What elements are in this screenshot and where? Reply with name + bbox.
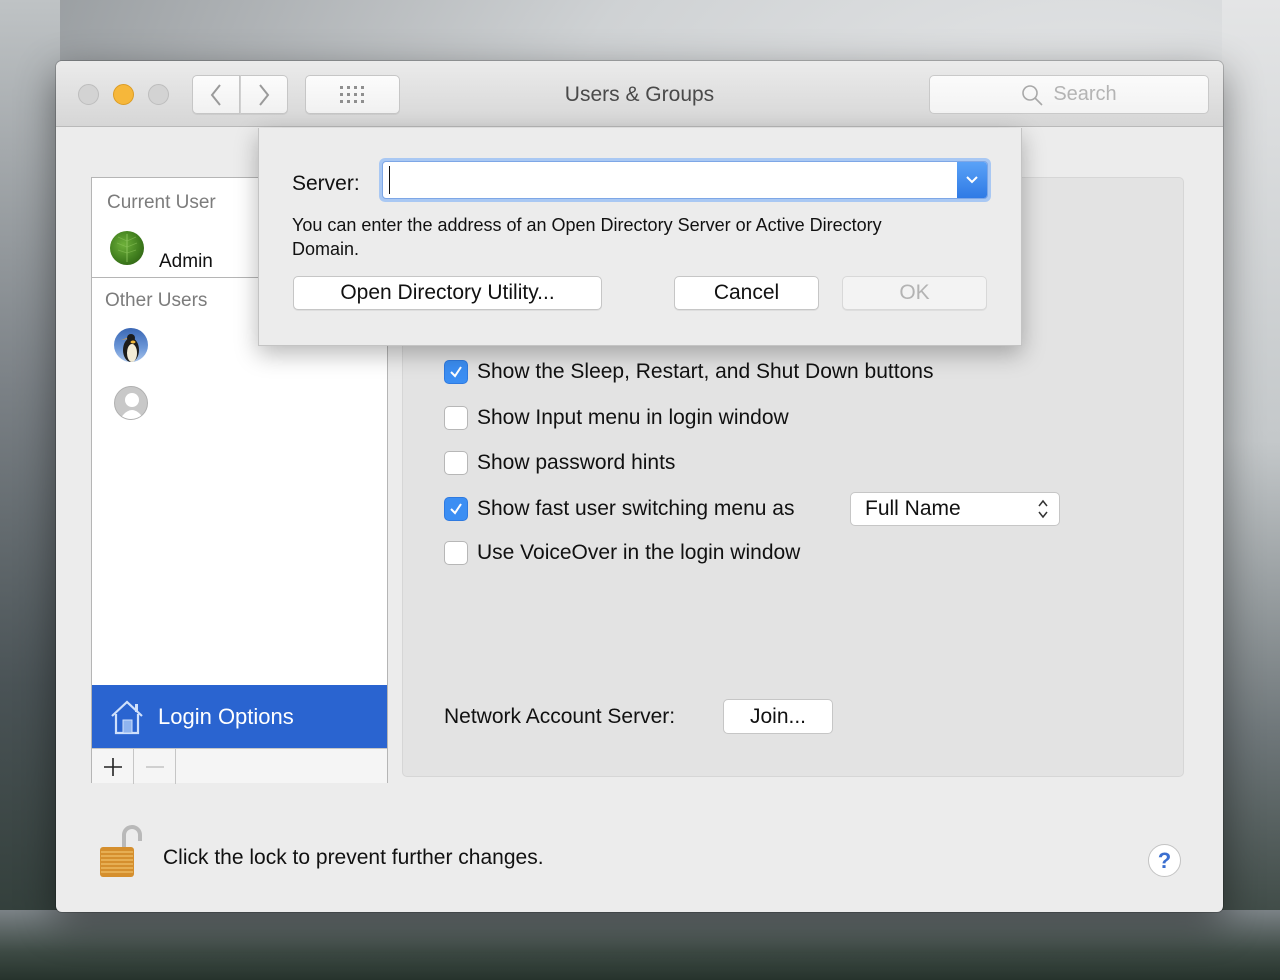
- checkbox-voiceover[interactable]: [444, 541, 468, 565]
- login-options-label: Login Options: [158, 703, 294, 729]
- search-icon: [1022, 84, 1043, 106]
- checkbox-label: Show password hints: [477, 451, 676, 474]
- remove-user-button[interactable]: [134, 749, 176, 784]
- leaf-avatar-icon: [116, 234, 138, 262]
- minus-icon: [145, 765, 164, 768]
- plus-icon: [103, 757, 122, 776]
- add-user-button[interactable]: [92, 749, 134, 784]
- network-account-server-label: Network Account Server:: [444, 705, 676, 728]
- desktop-background-right: [1222, 0, 1280, 980]
- checkbox-fast-user-switching[interactable]: [444, 497, 468, 521]
- checkbox-password-hints[interactable]: [444, 451, 468, 475]
- checkbox-label: Show Input menu in login window: [477, 406, 789, 429]
- server-label: Server:: [292, 172, 360, 195]
- generic-user-icon: [120, 393, 144, 419]
- list-footer: [92, 748, 387, 784]
- desktop-background-bottom: [0, 910, 1280, 980]
- checkbox-label: Use VoiceOver in the login window: [477, 541, 801, 564]
- search-field[interactable]: Search: [929, 75, 1209, 114]
- popup-value: Full Name: [865, 497, 961, 520]
- penguin-icon: [121, 334, 139, 362]
- current-user-name[interactable]: Admin: [159, 251, 213, 273]
- unlocked-padlock-icon: [100, 825, 142, 877]
- checkbox-row-input-menu[interactable]: Show Input menu in login window: [444, 406, 789, 430]
- desktop-background-left: [0, 0, 60, 980]
- open-directory-utility-button[interactable]: Open Directory Utility...: [293, 276, 602, 310]
- search-placeholder: Search: [1053, 83, 1117, 105]
- checkbox-row-fast-user-switching[interactable]: Show fast user switching menu as: [444, 497, 794, 521]
- ok-button[interactable]: OK: [842, 276, 987, 310]
- current-user-label: Current User: [107, 192, 216, 213]
- checkbox-sleep-restart[interactable]: [444, 360, 468, 384]
- cancel-button[interactable]: Cancel: [674, 276, 819, 310]
- checkbox-label: Show fast user switching menu as: [477, 497, 795, 520]
- checkbox-input-menu[interactable]: [444, 406, 468, 430]
- server-combobox[interactable]: [379, 158, 991, 202]
- updown-chevron-icon: [1038, 499, 1048, 519]
- server-dropdown-button[interactable]: [957, 162, 987, 198]
- sidebar-item-login-options[interactable]: Login Options: [92, 685, 387, 748]
- other-users-label: Other Users: [105, 290, 208, 311]
- help-button[interactable]: ?: [1148, 844, 1181, 877]
- join-button[interactable]: Join...: [723, 699, 833, 734]
- checkbox-row-password-hints[interactable]: Show password hints: [444, 451, 675, 475]
- penguin-avatar[interactable]: [114, 328, 148, 362]
- chevron-down-icon: [966, 176, 978, 184]
- leaf-avatar[interactable]: [110, 231, 144, 265]
- checkbox-row-voiceover[interactable]: Use VoiceOver in the login window: [444, 541, 800, 565]
- server-help-text: You can enter the address of an Open Dir…: [292, 215, 882, 259]
- checkmark-icon: [450, 366, 462, 378]
- server-input[interactable]: [389, 166, 949, 194]
- generic-user-avatar[interactable]: [114, 386, 148, 420]
- titlebar: Users & Groups Search: [56, 61, 1223, 127]
- network-server-sheet: Server: You can enter the address of an …: [258, 128, 1022, 346]
- lock-status-text: Click the lock to prevent further change…: [163, 846, 544, 869]
- fast-user-switching-popup[interactable]: Full Name: [850, 492, 1060, 526]
- checkmark-icon: [450, 503, 462, 515]
- house-icon: [111, 699, 143, 734]
- lock-button[interactable]: [98, 823, 144, 884]
- checkbox-row-sleep-restart[interactable]: Show the Sleep, Restart, and Shut Down b…: [444, 360, 933, 384]
- checkbox-label: Show the Sleep, Restart, and Shut Down b…: [477, 360, 934, 383]
